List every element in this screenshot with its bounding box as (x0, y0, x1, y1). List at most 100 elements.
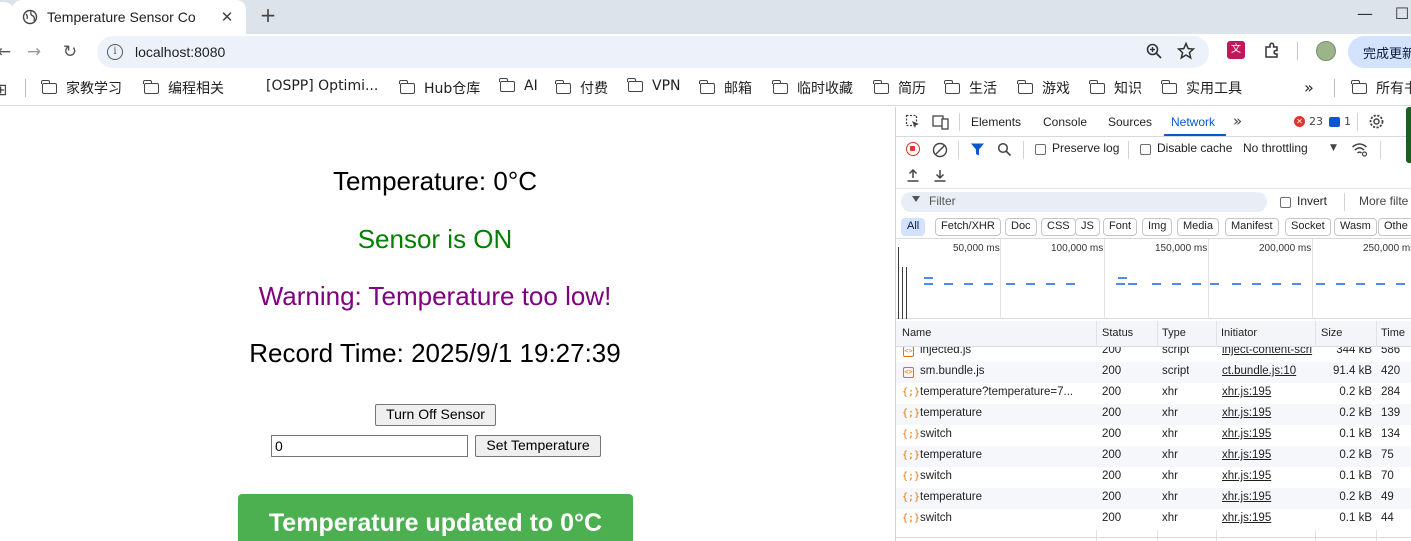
update-browser-button[interactable]: 完成更新 (1348, 36, 1411, 68)
bookmark-folder[interactable]: 家教学习 (41, 78, 122, 98)
type-filter-js[interactable]: JS (1075, 218, 1100, 236)
request-row[interactable]: {;} switch 200 xhr xhr.js:195 0.1 kB 70 (896, 467, 1411, 488)
bookmark-folder[interactable]: VPN (627, 77, 681, 94)
request-initiator-link[interactable]: xhr.js:195 (1222, 428, 1314, 440)
maximize-icon[interactable]: ☐ (1392, 4, 1411, 24)
inspect-element-icon[interactable] (905, 114, 921, 130)
request-row[interactable]: {;} temperature 200 xhr xhr.js:195 0.2 kB 139 (896, 404, 1411, 425)
request-row[interactable]: {;} temperature 200 xhr xhr.js:195 0.2 kB 75 (896, 446, 1411, 467)
translate-extension-icon[interactable]: 文 (1227, 41, 1245, 59)
dropdown-arrow-icon[interactable]: ▼ (1330, 143, 1337, 153)
request-initiator-link[interactable]: xhr.js:195 (1222, 407, 1314, 419)
tab-temperature-sensor[interactable]: Temperature Sensor Co ✕ (12, 0, 246, 34)
filter-funnel-icon[interactable] (970, 142, 985, 157)
preserve-log-checkbox[interactable] (1035, 144, 1046, 155)
apps-grid-icon[interactable]: ⊞ (0, 80, 7, 99)
type-filter-font[interactable]: Font (1103, 218, 1138, 236)
extensions-puzzle-icon[interactable] (1263, 41, 1281, 59)
request-row[interactable]: {;} temperature?temperature=7... 200 xhr xhr… (896, 383, 1411, 404)
column-time[interactable]: Time (1381, 327, 1405, 339)
search-icon[interactable] (997, 142, 1012, 157)
type-filter-other[interactable]: Othe (1378, 218, 1411, 236)
request-row[interactable]: {;} temperature 200 xhr xhr.js:195 0.2 kB 49 (896, 488, 1411, 509)
request-name[interactable]: sm.bundle.js (920, 365, 1092, 377)
network-filter-input[interactable]: Filter (901, 192, 1267, 212)
request-name[interactable]: switch (920, 428, 1092, 440)
more-tabs-chevron-icon[interactable]: » (1233, 112, 1242, 130)
column-initiator[interactable]: Initiator (1221, 327, 1257, 339)
request-initiator-link[interactable]: xhr.js:195 (1222, 449, 1314, 461)
set-temperature-button[interactable]: Set Temperature (475, 435, 601, 457)
type-filter-wasm[interactable]: Wasm (1334, 218, 1377, 236)
error-count-badge[interactable]: ✕ 23 (1294, 115, 1323, 128)
forward-arrow-icon[interactable]: → (22, 40, 46, 64)
minimize-icon[interactable]: — (1355, 4, 1375, 24)
column-type[interactable]: Type (1162, 327, 1186, 339)
site-info-icon[interactable]: i (107, 44, 123, 60)
request-initiator-link[interactable]: xhr.js:195 (1222, 386, 1314, 398)
turn-off-sensor-button[interactable]: Turn Off Sensor (375, 404, 496, 426)
all-bookmarks-folder[interactable]: 所有书 (1351, 78, 1411, 98)
type-filter-css[interactable]: CSS (1041, 218, 1076, 236)
column-size[interactable]: Size (1321, 327, 1342, 339)
reload-icon[interactable]: ↻ (58, 40, 82, 64)
bookmark-folder[interactable]: 游戏 (1017, 78, 1070, 98)
stop-recording-icon[interactable] (906, 142, 920, 156)
clear-log-icon[interactable] (932, 142, 948, 158)
column-name[interactable]: Name (902, 327, 931, 339)
more-bookmarks-chevron-icon[interactable]: » (1304, 78, 1314, 97)
profile-avatar[interactable] (1316, 41, 1336, 61)
request-name[interactable]: switch (920, 470, 1092, 482)
type-filter-socket[interactable]: Socket (1285, 218, 1331, 236)
network-conditions-wifi-icon[interactable] (1351, 142, 1368, 157)
bookmark-folder[interactable]: 邮箱 (699, 78, 752, 98)
message-count-badge[interactable]: 1 (1329, 115, 1351, 128)
bookmark-folder[interactable]: Hub仓库 (399, 78, 480, 98)
type-filter-media[interactable]: Media (1177, 218, 1219, 236)
zoom-icon[interactable] (1145, 42, 1163, 60)
request-row[interactable]: <> injected.js 200 script inject-content-scr… (896, 347, 1411, 362)
bookmark-folder[interactable]: AI (499, 77, 538, 94)
network-overview-timeline[interactable]: 50,000 ms 100,000 ms 150,000 ms 200,000 … (896, 239, 1411, 319)
tab-sources[interactable]: Sources (1108, 115, 1152, 129)
bookmark-folder[interactable]: 付费 (555, 78, 608, 98)
request-initiator-link[interactable]: xhr.js:195 (1222, 491, 1314, 503)
type-filter-manifest[interactable]: Manifest (1225, 218, 1279, 236)
column-status[interactable]: Status (1102, 327, 1133, 339)
address-bar[interactable]: i localhost:8080 (97, 36, 1209, 68)
settings-gear-icon[interactable] (1368, 113, 1385, 130)
request-initiator-link[interactable]: inject-content-scri (1222, 347, 1314, 356)
type-filter-fetch-xhr[interactable]: Fetch/XHR (935, 218, 1001, 236)
bookmark-folder[interactable]: 知识 (1089, 78, 1142, 98)
type-filter-all[interactable]: All (901, 218, 926, 236)
new-tab-button[interactable]: + (258, 5, 278, 26)
side-panel-tab[interactable] (1406, 107, 1411, 163)
bookmark-folder[interactable]: 简历 (873, 78, 926, 98)
throttling-select[interactable]: No throttling (1243, 141, 1308, 155)
invert-checkbox[interactable] (1280, 197, 1291, 208)
device-toolbar-icon[interactable] (932, 114, 950, 130)
request-name[interactable]: temperature?temperature=7... (920, 386, 1092, 398)
bookmark-link[interactable]: [OSPP] Optimi... (266, 78, 378, 94)
tab-network[interactable]: Network (1171, 115, 1215, 129)
request-initiator-link[interactable]: ct.bundle.js:10 (1222, 365, 1314, 377)
import-har-upload-icon[interactable] (906, 168, 920, 183)
bookmark-folder[interactable]: 实用工具 (1161, 78, 1242, 98)
bookmark-star-icon[interactable] (1177, 42, 1195, 60)
tab-elements[interactable]: Elements (971, 115, 1021, 129)
close-tab-icon[interactable]: ✕ (218, 8, 236, 26)
type-filter-img[interactable]: Img (1142, 218, 1173, 236)
request-row[interactable]: {;} switch 200 xhr xhr.js:195 0.1 kB 134 (896, 425, 1411, 446)
request-name[interactable]: temperature (920, 491, 1092, 503)
tab-console[interactable]: Console (1043, 115, 1087, 129)
bookmark-folder[interactable]: 生活 (944, 78, 997, 98)
request-row[interactable]: <> sm.bundle.js 200 script ct.bundle.js:10 91… (896, 362, 1411, 383)
request-name[interactable]: injected.js (920, 347, 1092, 356)
type-filter-doc[interactable]: Doc (1005, 218, 1037, 236)
bookmark-folder[interactable]: 编程相关 (143, 78, 224, 98)
request-row[interactable]: {;} switch 200 xhr xhr.js:195 0.1 kB 44 (896, 509, 1411, 530)
request-name[interactable]: switch (920, 512, 1092, 524)
bookmark-folder[interactable]: 临时收藏 (772, 78, 853, 98)
disable-cache-checkbox[interactable] (1140, 144, 1151, 155)
request-initiator-link[interactable]: xhr.js:195 (1222, 470, 1314, 482)
